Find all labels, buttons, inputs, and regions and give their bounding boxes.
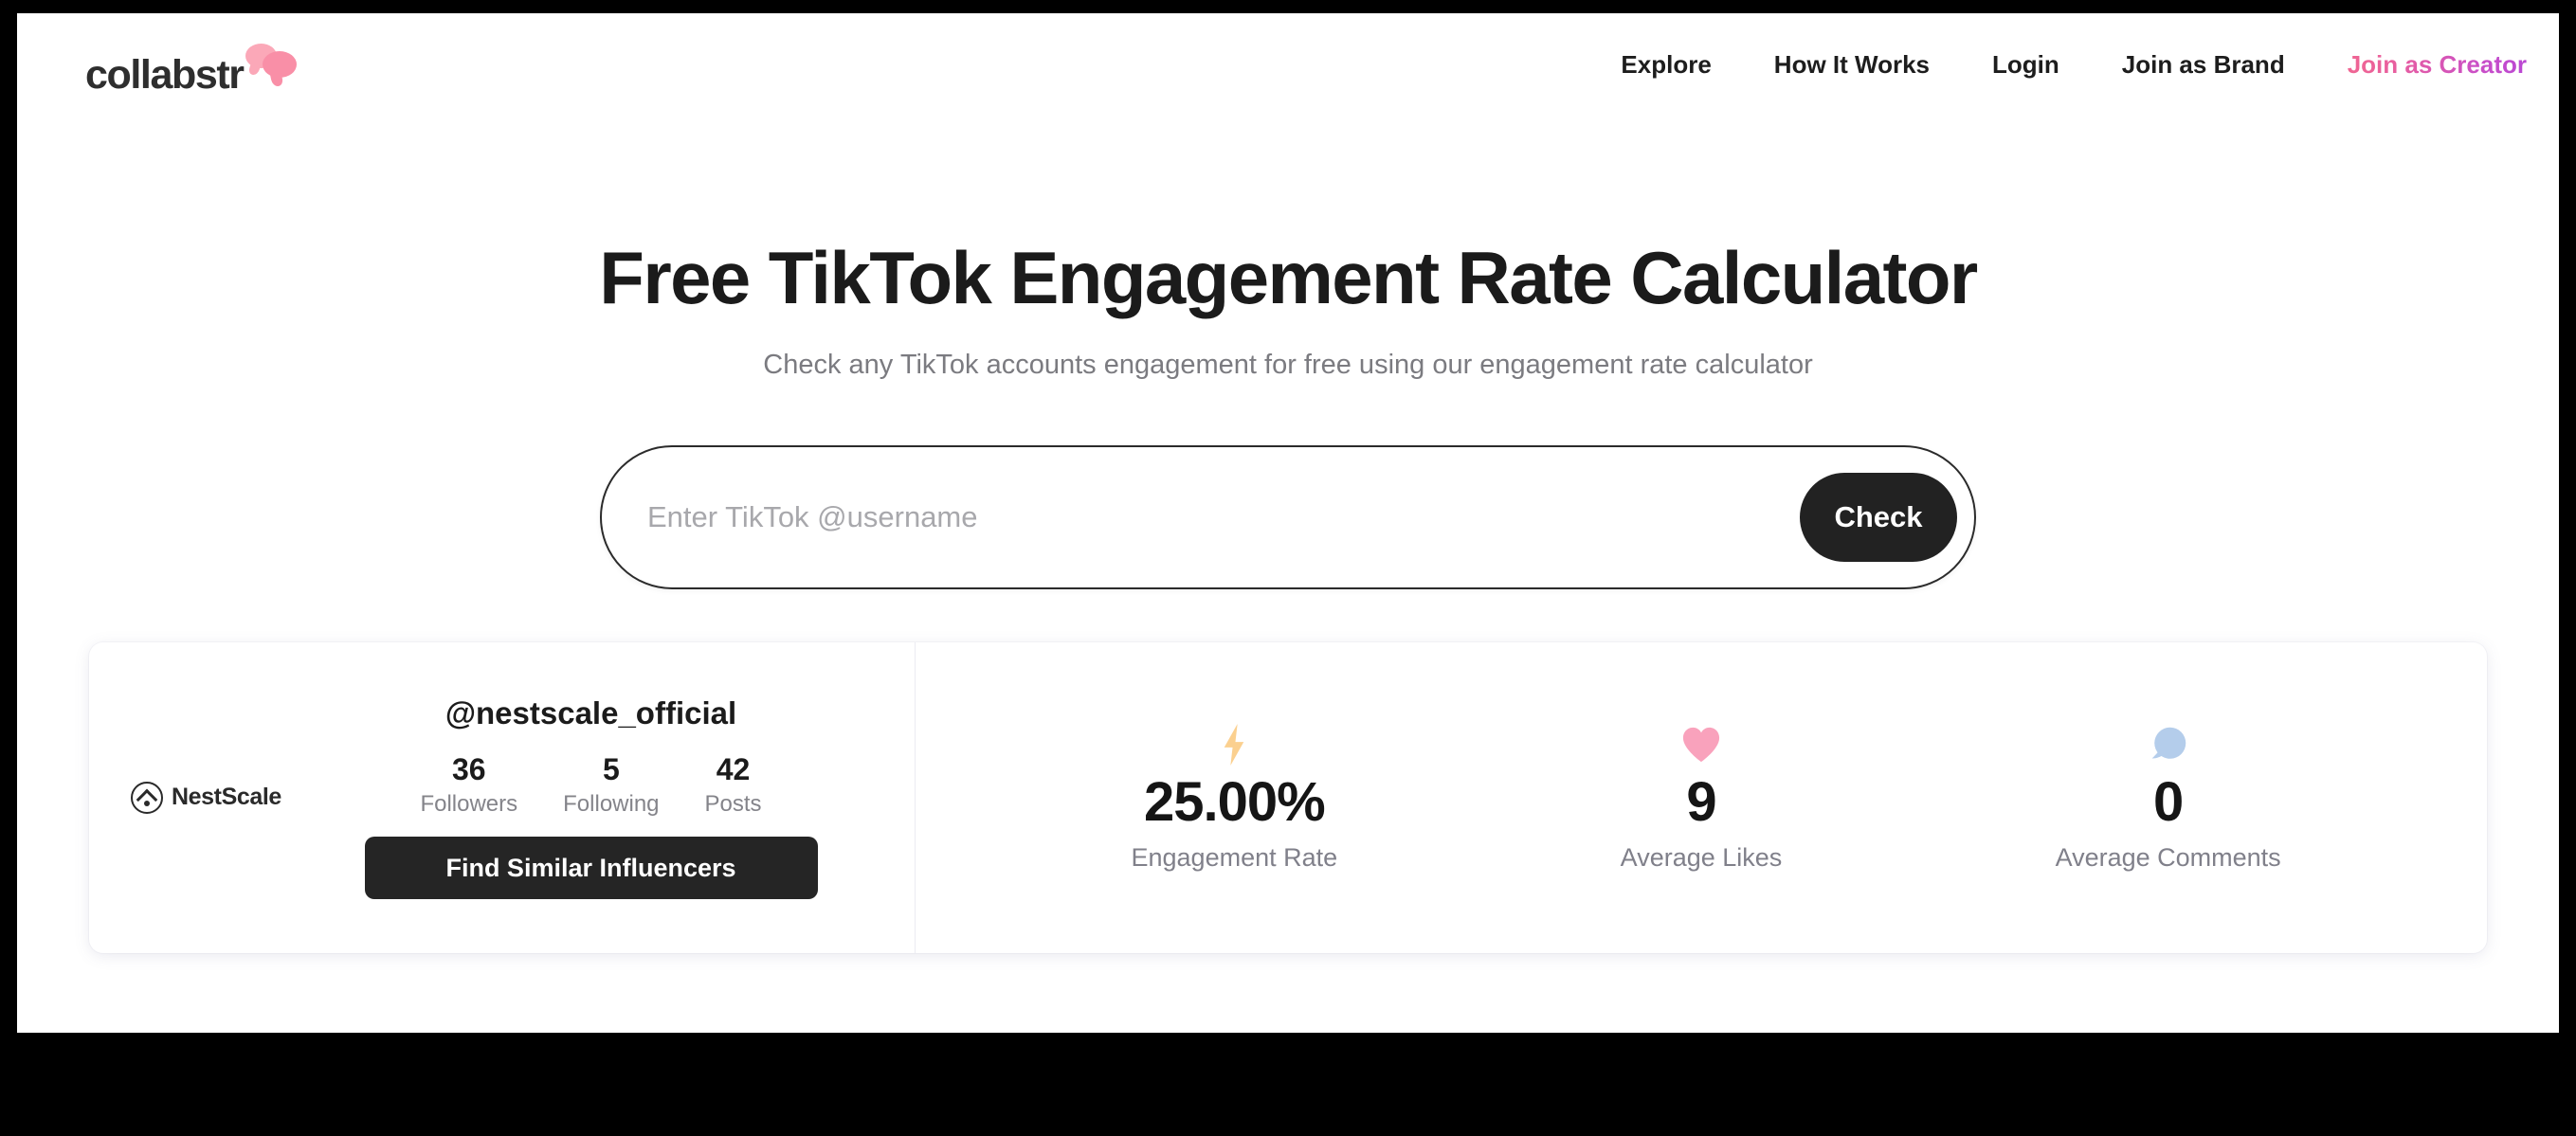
metric-label: Average Comments [2055,842,2281,872]
heart-icon [1578,723,1824,766]
nav-item-join-as-brand[interactable]: Join as Brand [2091,50,2316,80]
nav-item-explore[interactable]: Explore [1589,50,1742,80]
metric-value: 25.00% [1143,770,1326,833]
stat-label: Followers [420,791,518,818]
speech-bubbles-icon [245,44,299,85]
speech-bubble-icon [2045,723,2292,766]
main-navigation: Explore How It Works Login Join as Brand… [1589,13,2546,116]
avatar-label: NestScale [172,784,281,811]
profile-details: @nestscale_official 36 Followers 5 Follo… [290,695,882,900]
nestscale-logo-icon [131,781,163,814]
site-header: collabstr Explore How It Works Login Joi… [17,13,2559,116]
metric-average-comments: 0 Average Comments [2045,723,2292,873]
metric-label: Average Likes [1620,842,1783,872]
avatar: NestScale [131,769,290,826]
metric-average-likes: 9 Average Likes [1578,723,1824,873]
nav-item-join-as-creator[interactable]: Join as Creator [2316,50,2546,80]
search-bar: Check [600,444,1976,589]
brand-logo[interactable]: collabstr [85,44,299,96]
page-subtitle: Check any TikTok accounts engagement for… [763,349,1813,380]
stat-followers: 36 Followers [397,752,540,818]
metric-value: 0 [2153,770,2184,833]
metric-label: Engagement Rate [1131,842,1338,872]
page-content: collabstr Explore How It Works Login Joi… [17,13,2559,1033]
hero-section: Free TikTok Engagement Rate Calculator C… [17,116,2559,381]
stat-label: Following [563,791,660,818]
lightning-bolt-icon [1111,723,1357,766]
stat-following: 5 Following [540,752,681,818]
profile-stats: 36 Followers 5 Following 42 Posts [397,752,784,818]
metric-value: 9 [1686,770,1716,833]
username-search-input[interactable] [647,499,1800,534]
nav-item-login[interactable]: Login [1961,50,2091,80]
profile-panel: NestScale @nestscale_official 36 Followe… [89,641,916,953]
metric-engagement-rate: 25.00% Engagement Rate [1111,723,1357,873]
page-title: Free TikTok Engagement Rate Calculator [599,236,1978,319]
stat-value: 5 [602,752,620,787]
check-button[interactable]: Check [1800,472,1957,562]
stat-value: 36 [451,752,486,787]
stat-value: 42 [716,752,751,787]
find-similar-influencers-button[interactable]: Find Similar Influencers [364,837,818,900]
nav-item-how-it-works[interactable]: How It Works [1743,50,1961,80]
result-card: NestScale @nestscale_official 36 Followe… [89,641,2487,953]
metrics-panel: 25.00% Engagement Rate 9 Average Likes 0… [916,642,2487,953]
stat-label: Posts [704,791,762,818]
stat-posts: 42 Posts [682,752,785,818]
profile-handle: @nestscale_official [444,695,737,731]
brand-name: collabstr [85,52,245,98]
